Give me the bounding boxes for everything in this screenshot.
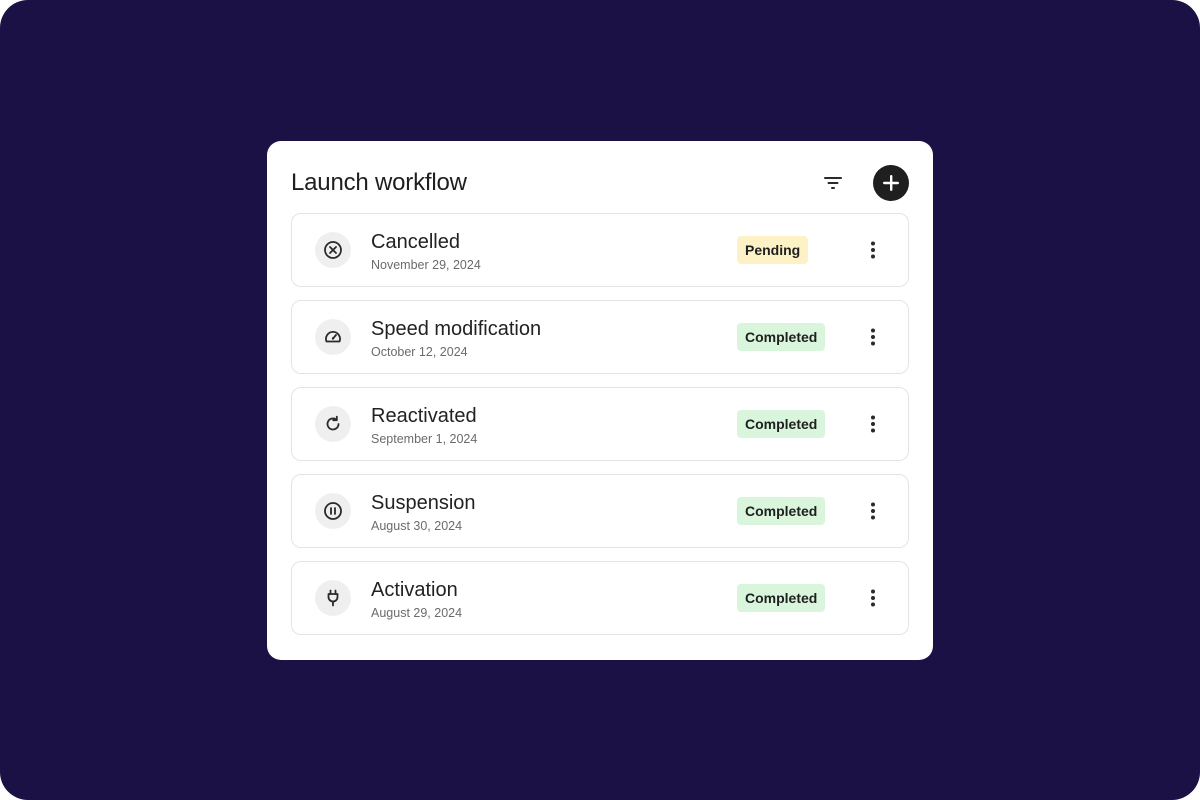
plus-icon: [882, 174, 900, 192]
gauge-icon: [315, 319, 351, 355]
add-step-button[interactable]: [873, 165, 909, 201]
card-title: Launch workflow: [291, 169, 467, 196]
item-title: Reactivated: [371, 405, 477, 427]
item-title: Activation: [371, 579, 458, 601]
status-badge: Completed: [737, 584, 826, 612]
item-date: August 30, 2024: [371, 519, 463, 533]
workflow-item[interactable]: Cancelled November 29, 2024 Pending: [291, 213, 909, 287]
more-options-button[interactable]: [860, 323, 886, 351]
workflow-item[interactable]: Activation August 29, 2024 Completed: [291, 561, 909, 635]
kebab-menu-icon: [870, 415, 876, 433]
kebab-menu-icon: [870, 328, 876, 346]
kebab-menu-icon: [870, 241, 876, 259]
kebab-menu-icon: [870, 589, 876, 607]
more-options-button[interactable]: [860, 497, 886, 525]
status-badge: Completed: [737, 497, 826, 525]
item-date: November 29, 2024: [371, 258, 481, 272]
refresh-icon: [315, 406, 351, 442]
workflow-card: Launch workflow Cancelled November 29, 2…: [267, 141, 933, 660]
more-options-button[interactable]: [860, 584, 886, 612]
item-title: Speed modification: [371, 318, 542, 340]
item-date: September 1, 2024: [371, 432, 478, 446]
workflow-list: Cancelled November 29, 2024 Pending Spee…: [291, 213, 909, 648]
status-badge: Completed: [737, 323, 826, 351]
status-badge: Pending: [737, 236, 809, 264]
item-date: October 12, 2024: [371, 345, 468, 359]
item-title: Cancelled: [371, 231, 460, 253]
item-title: Suspension: [371, 492, 476, 514]
card-header: Launch workflow: [291, 165, 909, 201]
workflow-item[interactable]: Speed modification October 12, 2024 Comp…: [291, 300, 909, 374]
workflow-item[interactable]: Reactivated September 1, 2024 Completed: [291, 387, 909, 461]
filter-icon: [823, 175, 843, 191]
plug-icon: [315, 580, 351, 616]
workflow-item[interactable]: Suspension August 30, 2024 Completed: [291, 474, 909, 548]
cancel-circle-icon: [315, 232, 351, 268]
kebab-menu-icon: [870, 502, 876, 520]
item-date: August 29, 2024: [371, 606, 463, 620]
filter-button[interactable]: [815, 169, 851, 197]
more-options-button[interactable]: [860, 410, 886, 438]
pause-circle-icon: [315, 493, 351, 529]
status-badge: Completed: [737, 410, 826, 438]
more-options-button[interactable]: [860, 236, 886, 264]
